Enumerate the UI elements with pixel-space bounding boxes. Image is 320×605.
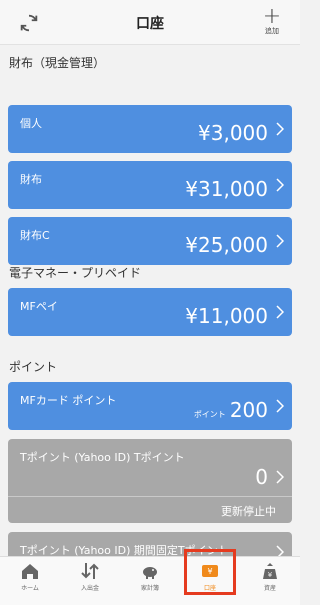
chevron-right-icon [276, 178, 284, 192]
add-account-button[interactable]: + 追加 [258, 6, 286, 36]
transfer-icon [81, 563, 99, 579]
account-amount: ¥25,000 [185, 233, 268, 257]
page-title: 口座 [136, 16, 164, 32]
chevron-right-icon [276, 122, 284, 136]
tab-household-budget[interactable]: 家計簿 [120, 561, 180, 592]
account-card-mf-pay[interactable]: MFペイ ¥11,000 [8, 288, 292, 336]
piggy-bank-icon [143, 567, 157, 579]
points-amount: ポイント 200 [194, 398, 268, 422]
account-name: 個人 [20, 117, 42, 130]
tab-bar: ホーム 入出金 家計簿 ¥ 口座 ¥ 資産 [0, 556, 300, 605]
highlight-box [184, 549, 236, 595]
chevron-right-icon [276, 470, 284, 484]
account-name: 財布C [20, 229, 50, 242]
chevron-right-icon [276, 399, 284, 413]
account-card-mf-card-points[interactable]: MFカード ポイント ポイント 200 [8, 382, 292, 430]
account-name: Tポイント (Yahoo ID) Tポイント [20, 451, 185, 464]
account-name: 財布 [20, 173, 42, 186]
account-name: MFカード ポイント [20, 394, 117, 407]
account-amount: ¥3,000 [198, 121, 268, 145]
chevron-right-icon [276, 234, 284, 248]
tab-assets[interactable]: ¥ 資産 [240, 561, 300, 592]
account-amount: ¥31,000 [185, 177, 268, 201]
account-amount: 0 [255, 465, 268, 489]
status-badge: 更新停止中 [221, 505, 276, 518]
account-card-personal[interactable]: 個人 ¥3,000 [8, 105, 292, 153]
tab-label: 家計簿 [140, 585, 159, 592]
chevron-right-icon [276, 305, 284, 319]
section-points: ポイント [9, 360, 58, 374]
account-list[interactable]: 財布（現金管理） 個人 ¥3,000 財布 ¥31,000 財布C ¥25,00… [0, 45, 300, 557]
tab-transactions[interactable]: 入出金 [60, 561, 120, 592]
plus-icon: + [262, 4, 282, 29]
section-emoney: 電子マネー・プリペイド [9, 266, 142, 280]
tab-label: 入出金 [80, 585, 99, 592]
section-wallet: 財布（現金管理） [9, 56, 106, 70]
points-value: 200 [229, 398, 268, 422]
tab-label: 資産 [263, 585, 276, 592]
status-bar: 更新停止中 [8, 496, 292, 523]
home-icon [22, 564, 38, 579]
assets-icon: ¥ [263, 563, 277, 579]
account-card-t-point-limited[interactable]: Tポイント (Yahoo ID) 期間固定Tポイント [8, 532, 292, 557]
points-label: ポイント [193, 410, 226, 419]
account-amount: ¥11,000 [185, 304, 268, 328]
app-header: 口座 + 追加 [0, 0, 300, 45]
svg-text:¥: ¥ [268, 571, 273, 579]
account-name: MFペイ [20, 300, 58, 313]
account-card-wallet[interactable]: 財布 ¥31,000 [8, 161, 292, 209]
account-card-t-point[interactable]: Tポイント (Yahoo ID) Tポイント 0 更新停止中 [8, 439, 292, 523]
tab-home[interactable]: ホーム [0, 561, 60, 592]
tab-label: ホーム [21, 585, 39, 592]
account-card-wallet-c[interactable]: 財布C ¥25,000 [8, 217, 292, 265]
